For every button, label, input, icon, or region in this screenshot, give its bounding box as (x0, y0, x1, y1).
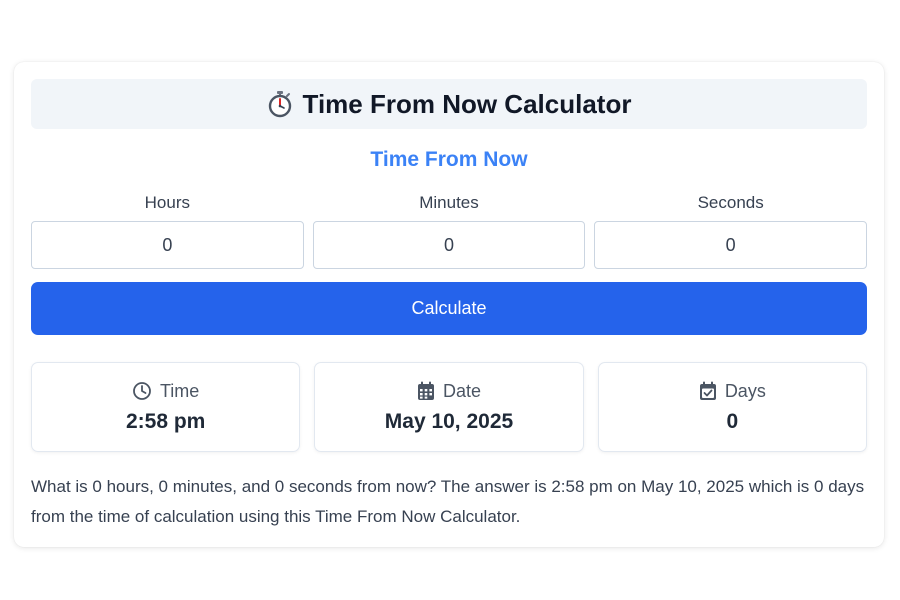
minutes-label: Minutes (419, 193, 479, 212)
section-subtitle: Time From Now (370, 148, 528, 171)
page-title: Time From Now Calculator (302, 88, 632, 119)
days-result-header: Days (699, 381, 766, 402)
time-result-card: Time 2:58 pm (31, 362, 301, 452)
time-result-label: Time (159, 380, 200, 401)
seconds-input[interactable] (594, 221, 868, 269)
minutes-field-group: Minutes (312, 192, 586, 269)
header-bar: Time From Now Calculator (31, 79, 867, 129)
minutes-input[interactable] (312, 221, 586, 269)
days-result-label: Days (724, 380, 766, 401)
input-fields: Hours Minutes Seconds (31, 192, 868, 269)
time-result-header: Time (132, 381, 199, 402)
results-row: Time 2:58 pm Date May 10, 2025 Days 0 (31, 362, 867, 452)
calculate-button[interactable]: Calculate (31, 282, 867, 335)
hours-input[interactable] (31, 221, 304, 269)
stopwatch-icon (267, 90, 293, 118)
calendar-check-icon (699, 381, 717, 401)
date-result-label: Date (442, 380, 481, 401)
date-result-value: May 10, 2025 (384, 409, 514, 433)
date-result-card: Date May 10, 2025 (314, 362, 584, 452)
seconds-label: Seconds (697, 193, 764, 212)
days-result-card: Days 0 (597, 362, 867, 452)
calculator-card: Time From Now Calculator Time From Now H… (14, 62, 884, 547)
days-result-value: 0 (726, 409, 739, 433)
result-description: What is 0 hours, 0 minutes, and 0 second… (31, 477, 865, 526)
date-result-header: Date (417, 381, 481, 402)
hours-label: Hours (144, 193, 191, 212)
clock-icon (132, 381, 152, 401)
time-result-value: 2:58 pm (125, 409, 206, 433)
hours-field-group: Hours (31, 192, 304, 269)
seconds-field-group: Seconds (594, 192, 868, 269)
calendar-icon (417, 381, 435, 401)
